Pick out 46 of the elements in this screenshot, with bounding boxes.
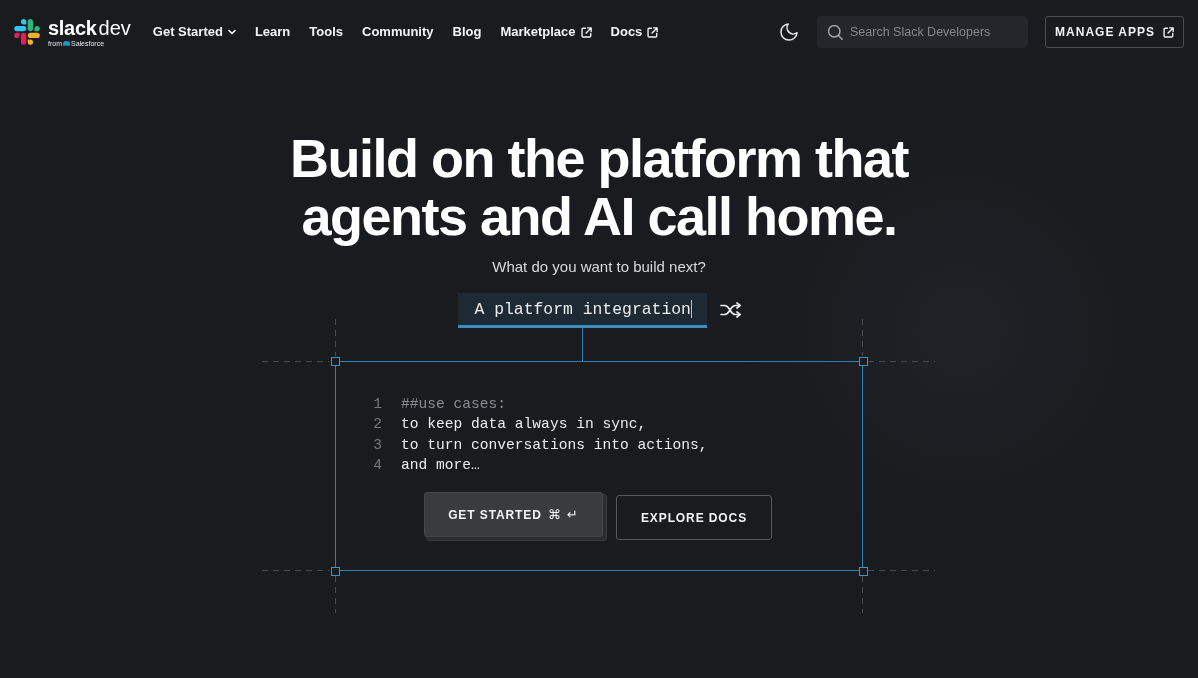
nav-link[interactable]: Marketplace <box>500 23 592 41</box>
nav-link[interactable]: Get Started <box>152 23 236 41</box>
dashed-guide-line <box>868 361 935 362</box>
cloud-icon <box>63 41 70 46</box>
external-link-icon <box>1162 26 1174 38</box>
nav-link[interactable]: Blog <box>452 23 482 41</box>
idea-input-field[interactable]: A platform integration <box>457 293 707 328</box>
manage-apps-button[interactable]: MANAGE APPS <box>1045 16 1184 48</box>
dashed-guide-line <box>335 576 336 614</box>
corner-handle-icon <box>330 356 340 366</box>
nav-link[interactable]: Tools <box>309 23 343 41</box>
code-comment: ##use cases: <box>401 395 507 414</box>
text-cursor-icon <box>690 300 692 318</box>
nav-link[interactable]: Community <box>362 23 434 41</box>
nav-link[interactable]: Learn <box>254 23 291 41</box>
corner-handle-icon <box>858 566 868 576</box>
hero-prompt: What do you want to build next? <box>492 257 706 277</box>
code-line: to keep data always in sync, <box>401 415 647 435</box>
hero-heading-line: agents and AI call home. <box>301 187 897 245</box>
explore-docs-button[interactable]: EXPLORE DOCS <box>616 495 772 541</box>
code-line: and more… <box>401 455 480 475</box>
chevron-down-icon <box>227 29 236 35</box>
slack-logo-icon[interactable] <box>14 19 40 45</box>
dashed-guide-line <box>868 570 935 572</box>
shuffle-icon[interactable] <box>719 302 741 318</box>
line-number: 3 <box>372 435 382 455</box>
dashed-guide-line <box>262 570 329 572</box>
search-field[interactable]: Search Slack Developers <box>817 16 1028 48</box>
dashed-guide-line <box>262 361 329 362</box>
corner-handle-icon <box>858 356 868 366</box>
external-link-icon <box>647 26 659 38</box>
line-number: 2 <box>372 415 382 435</box>
code-line: to turn conversations into actions, <box>401 435 708 455</box>
corner-handle-icon <box>330 566 340 576</box>
dashed-guide-line <box>862 319 863 356</box>
line-number: 1 <box>372 395 382 414</box>
hero-heading-line: Build on the platform that <box>290 129 908 187</box>
search-icon <box>828 25 843 40</box>
dashed-guide-line <box>862 576 863 614</box>
moon-icon[interactable] <box>780 23 798 41</box>
logo-wordmark-suffix[interactable]: dev <box>98 16 131 40</box>
logo-wordmark[interactable]: slack <box>48 16 97 40</box>
line-number: 4 <box>372 455 382 475</box>
dashed-guide-line <box>335 319 336 356</box>
nav-link[interactable]: Docs <box>610 23 659 41</box>
external-link-icon <box>580 26 592 38</box>
